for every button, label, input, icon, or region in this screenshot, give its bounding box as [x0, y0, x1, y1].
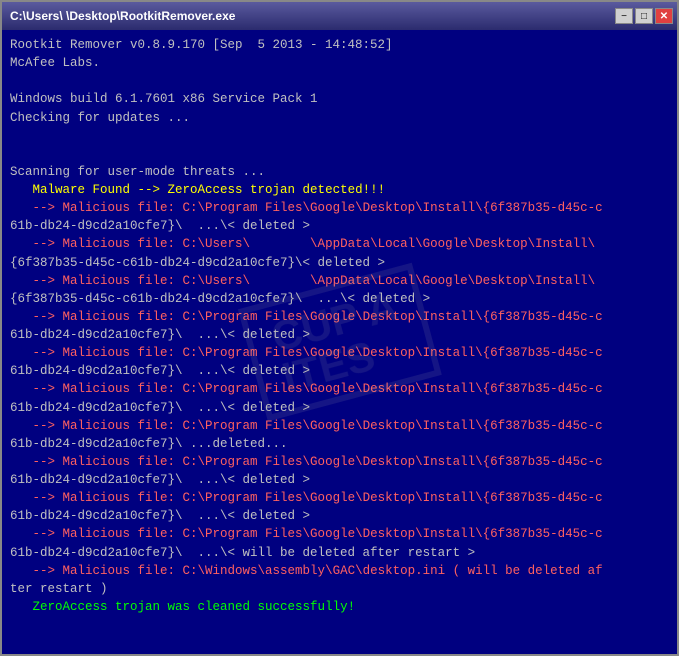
title-bar: C:\Users\ \Desktop\RootkitRemover.exe − …: [2, 2, 677, 30]
window-title: C:\Users\ \Desktop\RootkitRemover.exe: [10, 9, 235, 23]
console-output: Rootkit Remover v0.8.9.170 [Sep 5 2013 -…: [10, 36, 669, 654]
window-controls: − □ ✕: [615, 8, 673, 24]
close-button[interactable]: ✕: [655, 8, 673, 24]
minimize-button[interactable]: −: [615, 8, 633, 24]
console-scroll[interactable]: Rootkit Remover v0.8.9.170 [Sep 5 2013 -…: [2, 30, 677, 654]
main-window: C:\Users\ \Desktop\RootkitRemover.exe − …: [0, 0, 679, 656]
maximize-button[interactable]: □: [635, 8, 653, 24]
console-area: CUP AITES Rootkit Remover v0.8.9.170 [Se…: [2, 30, 677, 654]
